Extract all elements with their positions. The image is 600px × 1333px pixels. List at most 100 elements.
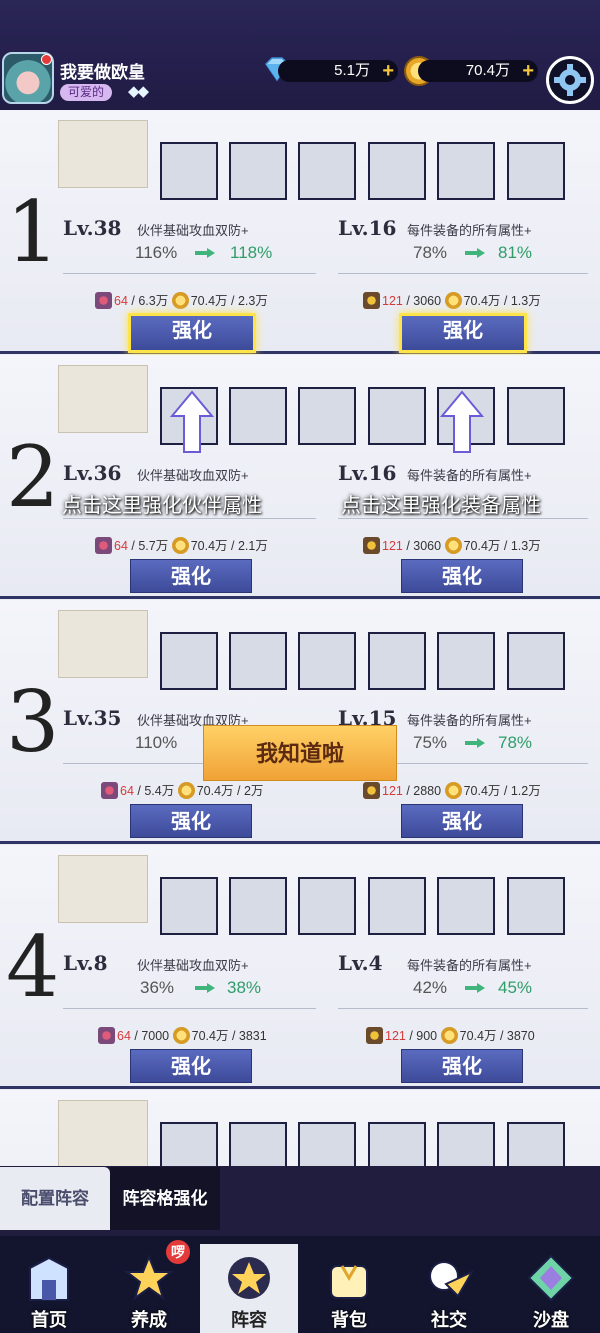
title-badge: 可爱的 [60, 84, 113, 101]
coin-icon [440, 1027, 458, 1044]
coin-counter: 70.4万 + [418, 60, 538, 82]
equip-helmet-icon[interactable] [229, 877, 287, 935]
nav-home[interactable]: 首页 [0, 1244, 98, 1333]
equip-bonus-current: 78% [413, 243, 448, 262]
bottom-nav: 首页 啰 养成 阵容 背包 社交 沙盘 [0, 1236, 600, 1333]
equip-boots-icon[interactable] [368, 877, 426, 935]
castle-icon [29, 1256, 69, 1301]
nav-sandbox[interactable]: 沙盘 [502, 1244, 600, 1333]
equip-sword-icon[interactable] [160, 877, 218, 935]
strengthen-partner-button[interactable]: 强化 [130, 1049, 252, 1083]
nav-train-label: 养成 [131, 1310, 167, 1330]
lineup-subtabs: 配置阵容 阵容格强化 [0, 1166, 600, 1236]
strengthen-partner-button[interactable]: 强化 [130, 804, 252, 838]
strengthen-partner-button[interactable]: 强化 [130, 559, 252, 593]
equip-cost: 121 / 2880 70.4万 / 1.2万 [363, 780, 541, 799]
partner-portrait[interactable] [58, 855, 148, 923]
equip-armor-icon[interactable] [298, 1122, 356, 1166]
tutorial-tip-partner: 点击这里强化伙伴属性 [62, 495, 262, 517]
equip-boots-icon[interactable] [368, 632, 426, 690]
nav-social-label: 社交 [431, 1310, 467, 1330]
strengthen-equip-button[interactable]: 强化 [401, 559, 523, 593]
nav-sandbox-label: 沙盘 [533, 1310, 569, 1330]
arrow-right-icon [465, 248, 485, 258]
divider [63, 1008, 316, 1009]
gem-material-icon [95, 292, 112, 309]
equip-armor-icon[interactable] [298, 387, 356, 445]
equip-boots-icon[interactable] [368, 1122, 426, 1166]
equip-sword-icon[interactable] [160, 632, 218, 690]
partner-level: Lv.38 [63, 216, 122, 240]
divider [338, 1008, 588, 1009]
equip-armor-icon[interactable] [298, 142, 356, 200]
partner-cost: 64 / 5.7万 70.4万 / 2.1万 [95, 535, 268, 554]
equip-ring-icon[interactable] [507, 1122, 565, 1166]
tab-configure-lineup[interactable]: 配置阵容 [0, 1167, 110, 1230]
partner-portrait[interactable] [58, 365, 148, 433]
equip-ring-icon[interactable] [507, 632, 565, 690]
paper-plane-icon [429, 1261, 474, 1298]
partner-bonus-label: 伙伴基础攻血双防+ [137, 958, 249, 973]
divider [63, 273, 316, 274]
nav-lineup[interactable]: 阵容 [200, 1244, 298, 1333]
partner-portrait[interactable] [58, 1100, 148, 1166]
equip-bonus-label: 每件装备的所有属性+ [407, 958, 532, 973]
stone-material-icon [366, 1027, 383, 1044]
divider [338, 518, 588, 519]
partner-cost: 64 / 7000 70.4万 / 3831 [98, 1025, 267, 1044]
lineup-star-icon [228, 1257, 270, 1299]
coin-amount: 70.4万 [465, 62, 510, 79]
partner-portrait[interactable] [58, 120, 148, 188]
slot-number: 3 [6, 673, 60, 771]
strengthen-equip-button[interactable]: 强化 [401, 804, 523, 838]
arrow-right-icon [465, 738, 485, 748]
partner-bonus-label: 伙伴基础攻血双防+ [137, 223, 249, 238]
nav-social[interactable]: 社交 [400, 1244, 498, 1333]
strengthen-equip-button[interactable]: 强化 [401, 1049, 523, 1083]
equip-helmet-icon[interactable] [229, 632, 287, 690]
equip-level: Lv.4 [338, 951, 383, 975]
partner-cost: 64 / 6.3万 70.4万 / 2.3万 [95, 290, 268, 309]
coin-icon [171, 537, 189, 554]
equip-armor-icon[interactable] [298, 632, 356, 690]
partner-bonus-next: 38% [227, 978, 262, 997]
equip-bonus-label: 每件装备的所有属性+ [407, 713, 532, 728]
equip-cost: 121 / 3060 70.4万 / 1.3万 [363, 290, 541, 309]
equip-helmet-icon[interactable] [229, 142, 287, 200]
add-diamond-button[interactable]: + [382, 60, 394, 82]
tutorial-arrow-up-icon [170, 390, 214, 453]
got-it-button[interactable]: 我知道啦 [203, 725, 397, 781]
nav-bag[interactable]: 背包 [300, 1244, 398, 1333]
partner-level: Lv.8 [63, 951, 108, 975]
equip-necklace-icon[interactable] [437, 142, 495, 200]
stone-material-icon [363, 537, 380, 554]
strengthen-partner-button[interactable]: 强化 [128, 313, 256, 353]
equip-boots-icon[interactable] [368, 387, 426, 445]
equip-necklace-icon[interactable] [437, 632, 495, 690]
equip-boots-icon[interactable] [368, 142, 426, 200]
equip-ring-icon[interactable] [507, 877, 565, 935]
equip-level: Lv.16 [338, 216, 397, 240]
equip-sword-icon[interactable] [160, 1122, 218, 1166]
nav-train[interactable]: 啰 养成 [100, 1240, 198, 1333]
coin-icon [444, 537, 462, 554]
tab-grid-strengthen[interactable]: 阵容格强化 [110, 1167, 220, 1230]
equip-helmet-icon[interactable] [229, 1122, 287, 1166]
partner-cost: 64 / 5.4万 70.4万 / 2万 [101, 780, 263, 799]
equip-ring-icon[interactable] [507, 387, 565, 445]
partner-portrait[interactable] [58, 610, 148, 678]
equip-helmet-icon[interactable] [229, 387, 287, 445]
equip-armor-icon[interactable] [298, 877, 356, 935]
equip-necklace-icon[interactable] [437, 877, 495, 935]
username: 我要做欧皇 [60, 63, 145, 82]
add-coin-button[interactable]: + [522, 60, 534, 82]
equip-cost: 121 / 900 70.4万 / 3870 [366, 1025, 535, 1044]
equip-ring-icon[interactable] [507, 142, 565, 200]
lineup-slot-row: 3 Lv.35 伙伴基础攻血双防+ 110% 64 / 5.4万 70.4万 /… [0, 600, 600, 844]
equip-necklace-icon[interactable] [437, 1122, 495, 1166]
equip-sword-icon[interactable] [160, 142, 218, 200]
equip-bonus-next: 45% [498, 978, 533, 997]
settings-button[interactable] [546, 56, 594, 104]
strengthen-equip-button[interactable]: 强化 [399, 313, 527, 353]
bag-icon [330, 1265, 368, 1299]
